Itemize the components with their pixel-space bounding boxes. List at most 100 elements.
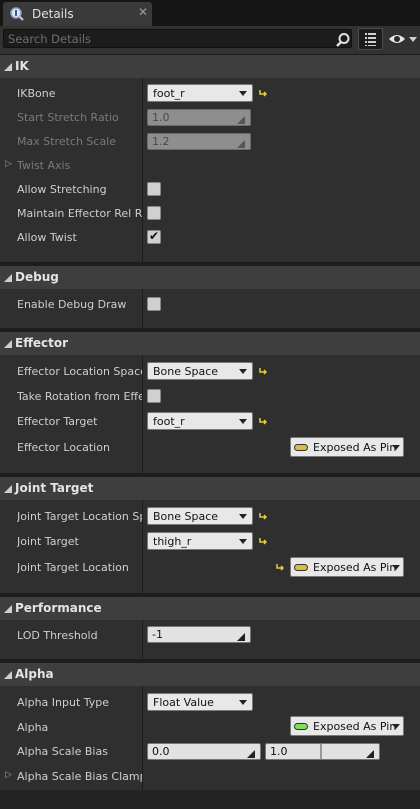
reset-to-default-icon[interactable] <box>275 562 285 572</box>
column-divider[interactable] <box>142 686 143 790</box>
enable-debug-label: Enable Debug Draw <box>17 298 127 311</box>
tab-bar: Details ✕ <box>0 0 420 26</box>
search-input[interactable] <box>8 31 328 46</box>
column-divider[interactable] <box>142 620 143 659</box>
joint-target-combo[interactable]: thigh_r <box>147 532 253 550</box>
row-alpha-scale-bias-clamp[interactable]: ▷ Alpha Scale Bias Clamp <box>0 763 420 790</box>
alpha-scale-bias-max-field[interactable]: 1.0 <box>265 743 380 760</box>
effector-target-combo[interactable]: foot_r <box>147 412 253 430</box>
pin-label: Exposed As Pin <box>313 720 397 733</box>
allow-stretching-checkbox[interactable] <box>147 182 161 196</box>
category-title: Performance <box>15 601 102 615</box>
collapse-arrow-icon <box>4 485 12 493</box>
dropdown-arrow-icon <box>239 91 247 96</box>
row-max-stretch: Max Stretch Scale 1.2 <box>0 126 420 150</box>
max-stretch-field: 1.2 <box>147 133 251 150</box>
category-title: Debug <box>15 270 59 284</box>
alpha-label: Alpha <box>17 721 49 734</box>
category-effector[interactable]: Effector <box>0 332 420 355</box>
drag-grip-icon <box>247 748 255 758</box>
reset-to-default-icon[interactable] <box>258 416 268 426</box>
column-divider[interactable] <box>142 500 143 593</box>
category-joint-target[interactable]: Joint Target <box>0 477 420 500</box>
reset-to-default-icon[interactable] <box>258 511 268 521</box>
collapse-arrow-icon <box>4 340 12 348</box>
section-padding <box>0 246 420 262</box>
twist-axis-label: Twist Axis <box>17 159 71 172</box>
row-joint-location: Joint Target Location Exposed As Pin <box>0 553 420 581</box>
row-take-rotation: Take Rotation from Effec <box>0 382 420 406</box>
row-maintain-effector: Maintain Effector Rel Rot <box>0 198 420 222</box>
expand-arrow-icon[interactable]: ▷ <box>5 770 12 780</box>
reset-to-default-icon[interactable] <box>258 88 268 98</box>
dropdown-arrow-icon <box>392 565 400 570</box>
row-joint-target: Joint Target thigh_r <box>0 527 420 553</box>
effector-location-label: Effector Location <box>17 441 110 454</box>
category-performance[interactable]: Performance <box>0 597 420 620</box>
pin-yellow-icon <box>294 564 308 571</box>
alpha-input-type-label: Alpha Input Type <box>17 696 110 709</box>
search-icon[interactable] <box>335 32 351 51</box>
alpha-input-type-combo[interactable]: Float Value <box>147 693 253 711</box>
slider-fill-marker <box>320 744 322 759</box>
effector-target-label: Effector Target <box>17 415 98 428</box>
reset-to-default-icon[interactable] <box>258 366 268 376</box>
alpha-pin-combo[interactable]: Exposed As Pin <box>290 716 404 736</box>
row-alpha-input-type: Alpha Input Type Float Value <box>0 686 420 713</box>
effector-loc-space-combo[interactable]: Bone Space <box>147 362 253 380</box>
joint-loc-space-combo[interactable]: Bone Space <box>147 507 253 525</box>
enable-debug-checkbox[interactable] <box>147 297 161 311</box>
alpha-scale-bias-min-value: 0.0 <box>152 745 170 758</box>
view-options-button[interactable] <box>388 31 418 47</box>
max-stretch-value: 1.2 <box>152 135 170 148</box>
eye-icon <box>389 35 417 43</box>
start-stretch-value: 1.0 <box>152 111 170 124</box>
alpha-input-type-value: Float Value <box>153 696 214 709</box>
row-effector-location: Effector Location Exposed As Pin <box>0 433 420 461</box>
ikbone-combo[interactable]: foot_r <box>147 84 253 102</box>
alpha-scale-bias-min-field[interactable]: 0.0 <box>147 743 261 760</box>
effector-target-value: foot_r <box>153 415 185 428</box>
tab-details[interactable]: Details ✕ <box>3 2 152 26</box>
allow-twist-label: Allow Twist <box>17 231 77 244</box>
list-view-icon <box>365 33 376 46</box>
collapse-arrow-icon <box>4 63 12 71</box>
joint-loc-space-label: Joint Target Location Spa <box>17 510 143 523</box>
drag-grip-icon <box>237 114 245 124</box>
effector-loc-space-label: Effector Location Space <box>17 365 143 378</box>
allow-twist-checkbox[interactable]: ✔ <box>147 229 161 244</box>
category-ik[interactable]: IK <box>0 55 420 78</box>
effector-location-pin-combo[interactable]: Exposed As Pin <box>290 437 404 457</box>
alpha-scale-bias-max-value: 1.0 <box>270 745 288 758</box>
column-divider[interactable] <box>142 289 143 328</box>
reset-to-default-icon[interactable] <box>258 536 268 546</box>
lod-threshold-field[interactable]: -1 <box>147 626 251 643</box>
category-debug[interactable]: Debug <box>0 266 420 289</box>
take-rotation-checkbox[interactable] <box>147 389 161 403</box>
search-box <box>3 29 352 48</box>
drag-grip-icon <box>237 138 245 148</box>
drag-grip-icon <box>366 748 374 758</box>
lod-threshold-label: LOD Threshold <box>17 629 98 642</box>
column-divider[interactable] <box>142 78 143 262</box>
column-divider[interactable] <box>142 355 143 473</box>
expand-arrow-icon[interactable]: ▷ <box>5 159 12 169</box>
joint-location-label: Joint Target Location <box>17 561 129 574</box>
row-enable-debug: Enable Debug Draw <box>0 289 420 314</box>
close-icon[interactable]: ✕ <box>138 5 148 19</box>
panel-bottom <box>0 790 420 809</box>
checkmark-icon: ✔ <box>149 229 160 243</box>
section-padding <box>0 314 420 328</box>
category-alpha[interactable]: Alpha <box>0 663 420 686</box>
maintain-effector-checkbox[interactable] <box>147 206 161 220</box>
alpha-scale-bias-label: Alpha Scale Bias <box>17 745 108 758</box>
search-row <box>0 26 420 54</box>
row-alpha: Alpha Exposed As Pin <box>0 713 420 739</box>
row-twist-axis[interactable]: ▷ Twist Axis <box>0 150 420 174</box>
alpha-scale-bias-clamp-label: Alpha Scale Bias Clamp <box>17 770 143 783</box>
property-matrix-button[interactable] <box>358 28 383 50</box>
joint-location-pin-combo[interactable]: Exposed As Pin <box>290 557 404 577</box>
effector-loc-space-value: Bone Space <box>153 365 219 378</box>
dropdown-arrow-icon <box>239 369 247 374</box>
dropdown-arrow-icon <box>239 539 247 544</box>
